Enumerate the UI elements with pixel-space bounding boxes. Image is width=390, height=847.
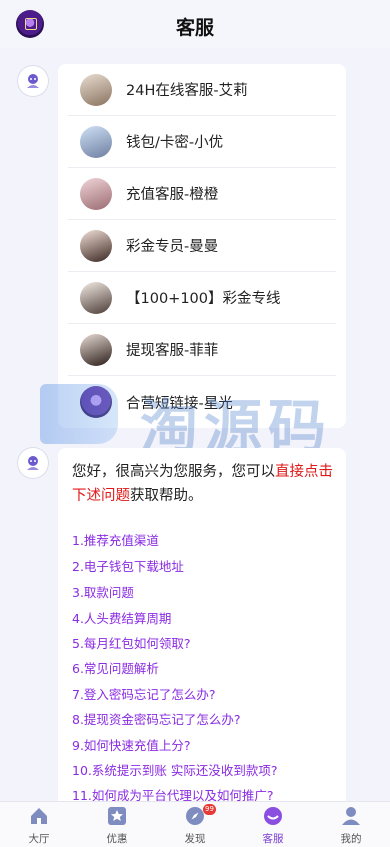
tab-label: 发现 bbox=[184, 833, 206, 845]
agent-avatar bbox=[80, 386, 112, 418]
agent-name: 钱包/卡密-小优 bbox=[126, 135, 224, 151]
faq-question-link[interactable]: 6.常见问题解析 bbox=[72, 658, 159, 677]
agent-name: 24H在线客服-艾莉 bbox=[126, 83, 248, 99]
faq-question-link[interactable]: 1.推荐充值渠道 bbox=[72, 530, 159, 549]
agent-name: 提现客服-菲菲 bbox=[126, 343, 219, 359]
home-icon bbox=[31, 808, 47, 824]
support-icon bbox=[264, 807, 282, 825]
support-bot-avatar bbox=[18, 448, 48, 478]
compass-icon bbox=[186, 807, 204, 825]
faq-question-link[interactable]: 10.系统提示到账 实际还没收到款项? bbox=[72, 760, 278, 779]
agent-name: 【100+100】彩金专线 bbox=[126, 291, 281, 307]
agent-name: 彩金专员-曼曼 bbox=[126, 239, 219, 255]
tab-label: 客服 bbox=[262, 833, 284, 845]
tab-label: 大厅 bbox=[28, 833, 50, 845]
greeting-prefix: 您好，很高兴为您服务，您可以 bbox=[72, 464, 275, 480]
faq-question-link[interactable]: 7.登入密码忘记了怎么办? bbox=[72, 684, 216, 703]
header: 客服 bbox=[0, 0, 390, 48]
notification-badge: 99 bbox=[203, 804, 216, 815]
tab-label: 优惠 bbox=[106, 833, 128, 845]
agent-avatar bbox=[80, 177, 112, 210]
faq-question-link[interactable]: 5.每月红包如何领取? bbox=[72, 633, 191, 652]
user-icon bbox=[342, 807, 360, 825]
agent-item[interactable]: 提现客服-菲菲 bbox=[68, 324, 336, 376]
agent-avatar bbox=[80, 281, 112, 314]
support-bot-avatar bbox=[18, 66, 48, 96]
agent-name: 合营短链接-星光 bbox=[126, 395, 233, 412]
greeting-suffix: 获取帮助。 bbox=[130, 488, 203, 504]
tab-discover[interactable]: 99 发现 bbox=[156, 802, 234, 847]
agent-item[interactable]: 充值客服-橙橙 bbox=[68, 168, 336, 220]
agent-list: 24H在线客服-艾莉 钱包/卡密-小优 充值客服-橙橙 彩金专员-曼曼 【100… bbox=[58, 64, 346, 428]
tab-hall[interactable]: 大厅 bbox=[0, 802, 78, 847]
agent-avatar bbox=[80, 73, 112, 106]
tab-support[interactable]: 客服 bbox=[234, 802, 312, 847]
greeting-text: 您好，很高兴为您服务，您可以直接点击下述问题获取帮助。 bbox=[72, 460, 336, 508]
star-icon bbox=[108, 807, 126, 825]
agent-avatar bbox=[80, 333, 112, 366]
tab-promotions[interactable]: 优惠 bbox=[78, 802, 156, 847]
agent-avatar bbox=[80, 229, 112, 262]
agent-name: 充值客服-橙橙 bbox=[126, 187, 219, 203]
agent-item[interactable]: 24H在线客服-艾莉 bbox=[68, 64, 336, 116]
agent-item[interactable]: 钱包/卡密-小优 bbox=[68, 116, 336, 168]
faq-question-link[interactable]: 8.提现资金密码忘记了怎么办? bbox=[72, 709, 241, 728]
agent-item[interactable]: 合营短链接-星光 bbox=[68, 376, 336, 428]
faq-message: 您好，很高兴为您服务，您可以直接点击下述问题获取帮助。 1.推荐充值渠道 2.电… bbox=[58, 448, 346, 808]
agent-item[interactable]: 彩金专员-曼曼 bbox=[68, 220, 336, 272]
faq-question-link[interactable]: 3.取款问题 bbox=[72, 582, 134, 601]
faq-question-link[interactable]: 4.人头费结算周期 bbox=[72, 608, 171, 627]
faq-question-link[interactable]: 9.如何快速充值上分? bbox=[72, 735, 191, 754]
faq-question-link[interactable]: 2.电子钱包下载地址 bbox=[72, 556, 184, 575]
agent-avatar bbox=[80, 125, 112, 158]
tab-label: 我的 bbox=[340, 833, 362, 845]
tab-profile[interactable]: 我的 bbox=[312, 802, 390, 847]
page-title: 客服 bbox=[175, 17, 214, 39]
bottom-tab-bar: 大厅 优惠 99 发现 客服 我的 bbox=[0, 801, 390, 847]
agent-item[interactable]: 【100+100】彩金专线 bbox=[68, 272, 336, 324]
